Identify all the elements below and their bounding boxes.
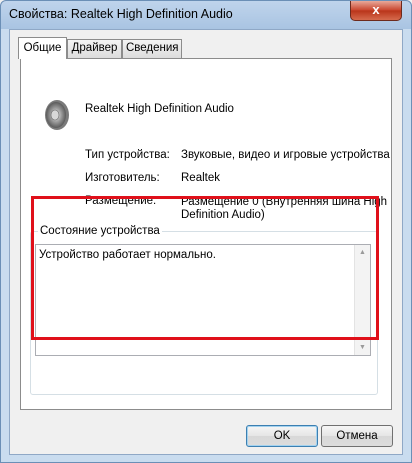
device-type-label: Тип устройства: <box>85 149 170 161</box>
location-value-line2: Definition Audio) <box>181 209 265 221</box>
close-icon: x <box>372 2 380 17</box>
tab-general[interactable]: Общие <box>18 37 67 59</box>
device-type-value: Звуковые, видео и игровые устройства <box>181 149 390 161</box>
close-button[interactable]: x <box>350 1 402 21</box>
device-status-textbox[interactable]: Устройство работает нормально. ▲ ▼ <box>35 244 371 356</box>
location-value-line1: Размещение 0 (Внутренняя шина High <box>181 196 388 208</box>
scroll-up-icon[interactable]: ▲ <box>355 245 370 260</box>
tab-driver[interactable]: Драйвер <box>67 39 122 58</box>
device-status-text: Устройство работает нормально. <box>39 249 216 261</box>
window-title: Свойства: Realtek High Definition Audio <box>9 7 233 21</box>
dialog-client-area: Общие Драйвер Сведения Realtek High Defi… <box>9 29 403 455</box>
location-label: Размещение: <box>85 195 157 207</box>
device-name: Realtek High Definition Audio <box>85 103 234 115</box>
status-scrollbar[interactable]: ▲ ▼ <box>354 245 370 355</box>
manufacturer-label: Изготовитель: <box>85 172 160 184</box>
tab-details[interactable]: Сведения <box>122 39 182 58</box>
manufacturer-value: Realtek <box>181 172 220 184</box>
scroll-down-icon[interactable]: ▼ <box>355 340 370 355</box>
device-status-group-label: Состояние устройства <box>38 225 162 237</box>
speaker-icon <box>45 100 69 130</box>
title-bar[interactable]: Свойства: Realtek High Definition Audio … <box>1 1 411 29</box>
ok-button[interactable]: OK <box>246 425 318 447</box>
properties-window: Свойства: Realtek High Definition Audio … <box>0 0 412 463</box>
cancel-button[interactable]: Отмена <box>321 425 393 447</box>
tab-page-general: Realtek High Definition Audio Тип устрой… <box>20 58 392 410</box>
